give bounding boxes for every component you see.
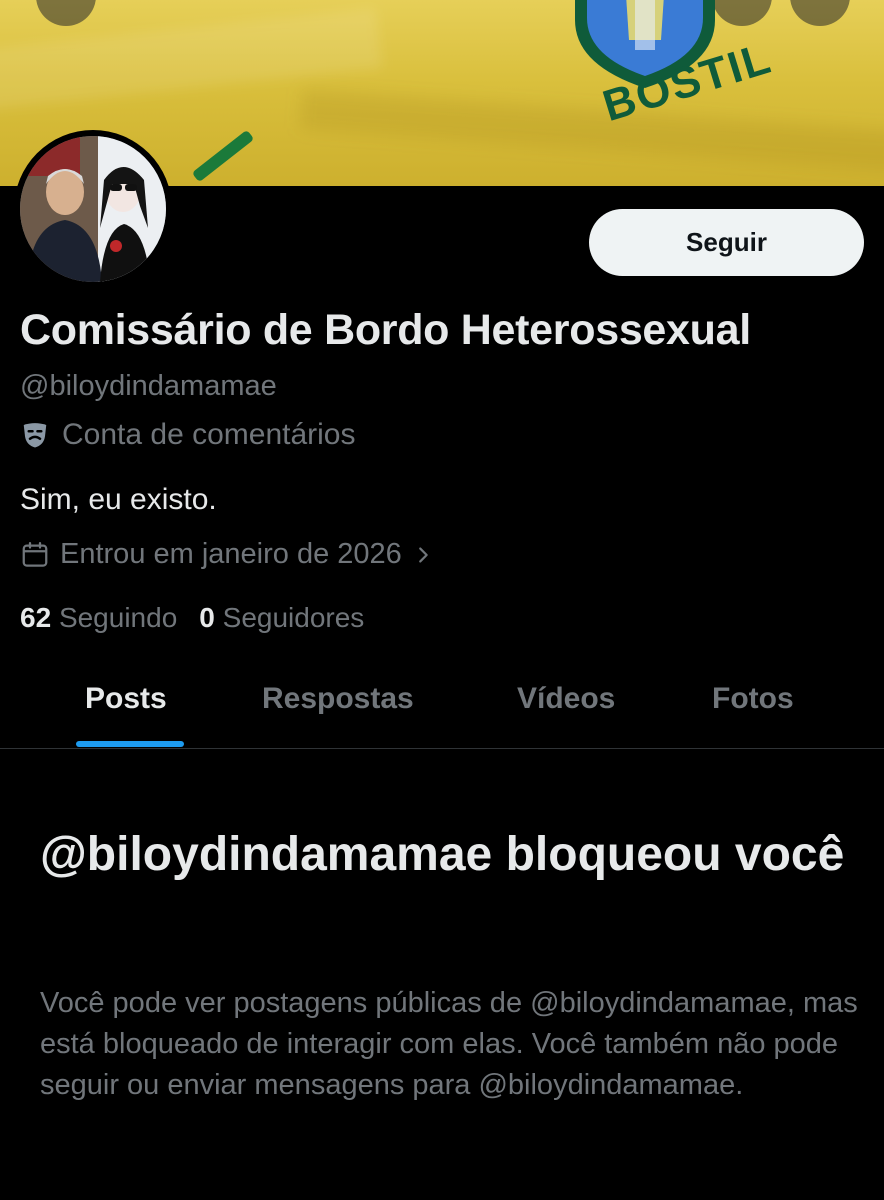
profile-handle: @biloydindamamae (20, 370, 277, 402)
profile-page: BOSTIL Seguir Comissário de Bordo Hetero… (0, 0, 884, 1200)
tab-posts[interactable]: Posts (85, 682, 167, 716)
follow-button[interactable]: Seguir (589, 209, 864, 276)
blocked-title: @biloydindamamae bloqueou você (40, 828, 845, 881)
followers-link[interactable]: 0 Seguidores (199, 602, 364, 634)
account-label-text: Conta de comentários (62, 418, 356, 451)
more-options-button[interactable] (790, 0, 850, 26)
back-button[interactable] (36, 0, 96, 26)
shirt-stripe (191, 129, 255, 183)
chevron-right-icon (418, 546, 428, 563)
followers-count: 0 (199, 602, 215, 633)
avatar-photo (20, 136, 166, 282)
profile-bio: Sim, eu existo. (20, 483, 217, 516)
active-tab-indicator (76, 741, 184, 747)
joined-date-text: Entrou em janeiro de 2026 (60, 538, 402, 570)
avatar[interactable] (14, 130, 172, 288)
tab-photos[interactable]: Fotos (712, 682, 794, 716)
tab-replies[interactable]: Respostas (262, 682, 414, 716)
calendar-icon (22, 541, 48, 567)
profile-tabs: Posts Respostas Vídeos Fotos (0, 662, 884, 749)
theater-mask-icon (23, 423, 47, 448)
banner-fold-shading (299, 89, 884, 171)
follow-stats: 62 Seguindo 0 Seguidores (20, 602, 364, 634)
display-name: Comissário de Bordo Heterossexual (20, 306, 751, 354)
following-label: Seguindo (58, 602, 178, 633)
joined-date[interactable]: Entrou em janeiro de 2026 (20, 538, 434, 571)
tab-videos[interactable]: Vídeos (517, 682, 615, 716)
account-label[interactable]: Conta de comentários (20, 418, 356, 452)
following-count: 62 (20, 602, 52, 633)
blocked-message: Você pode ver postagens públicas de @bil… (40, 987, 858, 1101)
following-link[interactable]: 62 Seguindo (20, 602, 177, 634)
followers-label: Seguidores (222, 602, 365, 633)
